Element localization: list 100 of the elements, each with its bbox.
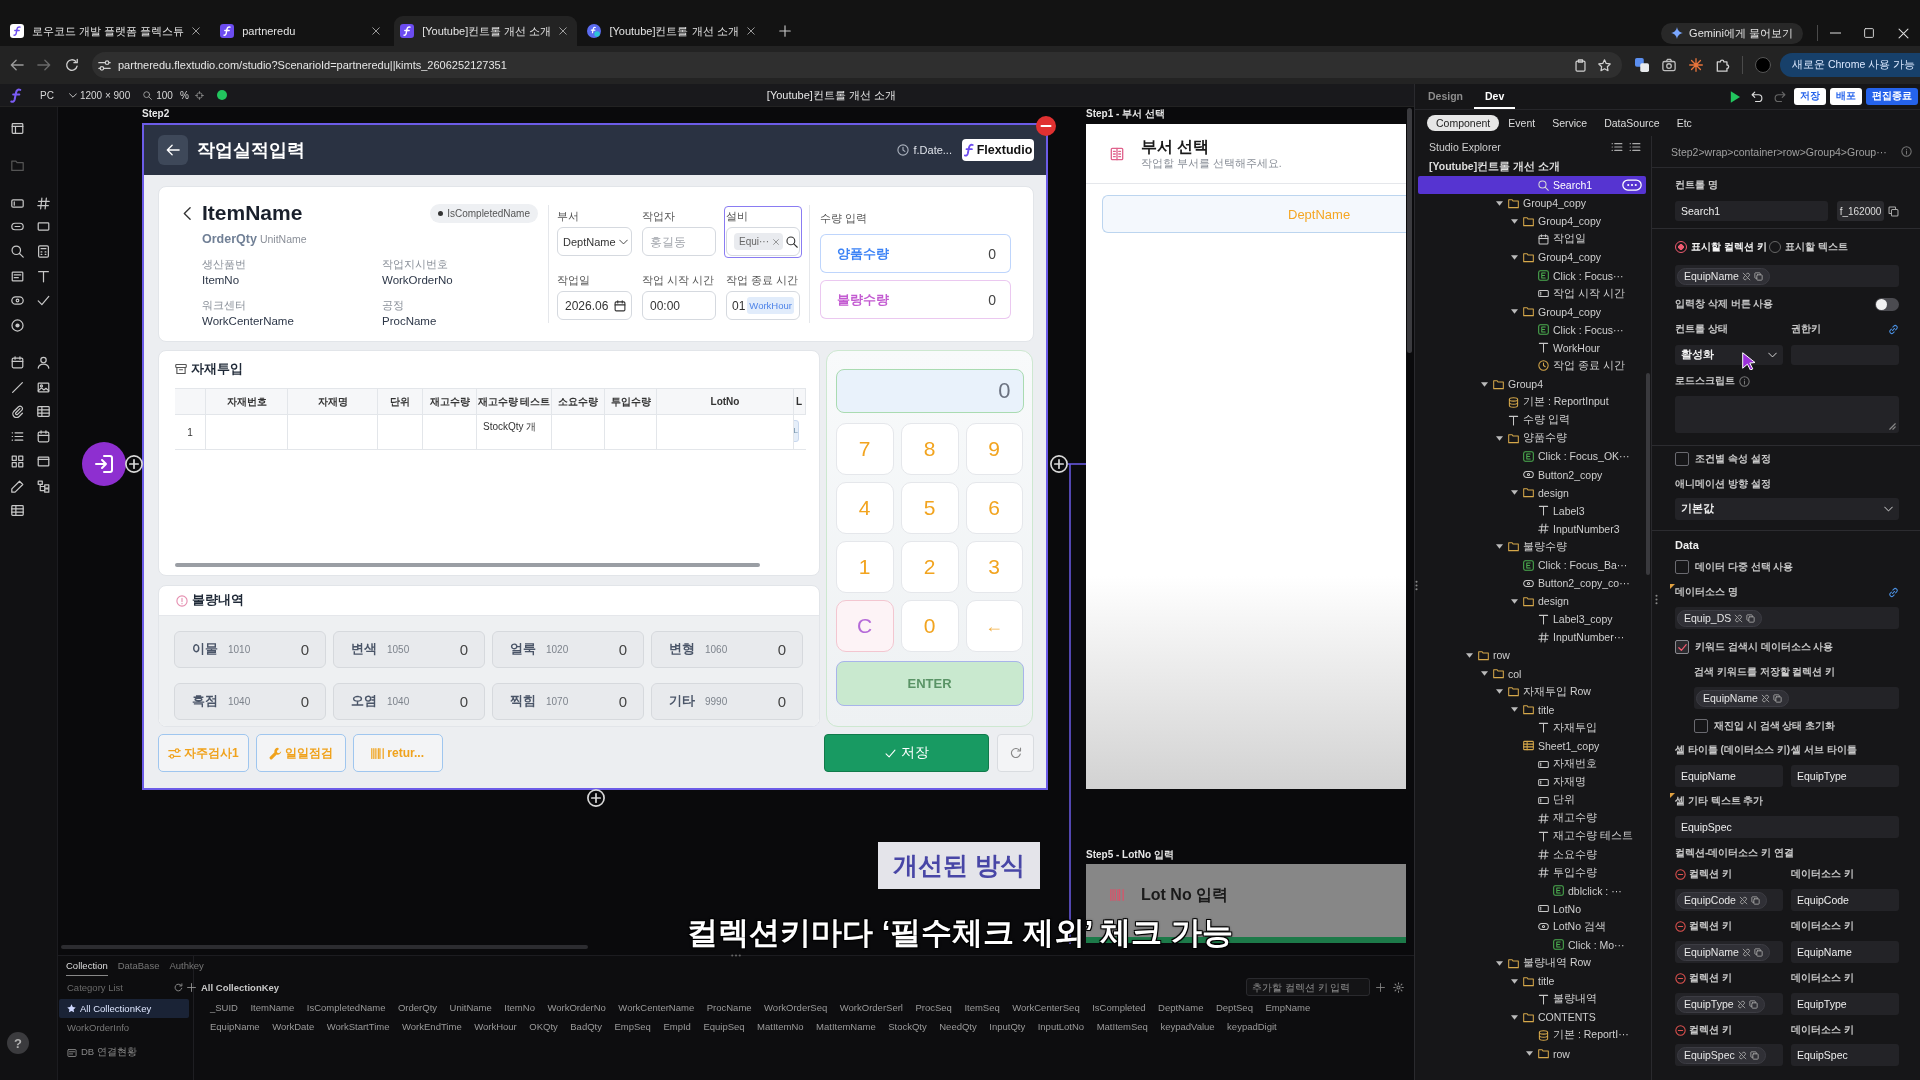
tree-item[interactable]: Button2_copy <box>1418 465 1646 484</box>
tree-item[interactable]: title <box>1418 700 1646 719</box>
tree-item[interactable]: 단위 <box>1418 791 1646 810</box>
caret-down-icon[interactable] <box>1510 598 1518 604</box>
line-icon[interactable] <box>11 381 24 394</box>
tiles-icon[interactable] <box>1635 58 1649 72</box>
copy-icon[interactable] <box>1750 895 1760 905</box>
collection-key[interactable]: EquipSeq <box>703 1020 745 1032</box>
key-field[interactable]: EquipName <box>1694 687 1899 709</box>
collection-key[interactable]: keypadDigit <box>1227 1020 1277 1032</box>
collection-key[interactable]: ItemSeq <box>964 1001 1000 1013</box>
tree-item[interactable]: 자재투입 <box>1418 718 1646 737</box>
date-field[interactable]: 2026.06 <box>557 291 632 320</box>
zoom-field[interactable]: 100 <box>156 89 173 101</box>
tree-item[interactable]: Click : Focus··· <box>1418 266 1646 285</box>
tree-item[interactable]: Click : Focus_OK··· <box>1418 447 1646 466</box>
caret-down-icon[interactable] <box>1465 653 1473 658</box>
dropdown[interactable]: 기본값 <box>1675 498 1899 520</box>
tree-item[interactable]: row <box>1418 1044 1646 1063</box>
key-input-field[interactable]: 추가할 컬렉션 키 입력 <box>1246 978 1370 996</box>
tree-item[interactable]: 작업일 <box>1418 230 1646 249</box>
tree-item[interactable]: 불량내역 Row <box>1418 954 1646 973</box>
key-field[interactable]: Equip_DS <box>1675 607 1899 629</box>
plus-icon[interactable] <box>187 982 196 992</box>
tree-item[interactable]: WorkHour <box>1418 338 1646 357</box>
radio-icon[interactable] <box>11 319 24 332</box>
collection-key[interactable]: WorkOrderNo <box>547 1001 606 1013</box>
tree-item[interactable]: 불량내역 <box>1418 990 1646 1009</box>
forward-arrow-icon[interactable] <box>37 58 51 72</box>
text-field[interactable]: EquipType <box>1791 993 1899 1015</box>
minimize-icon[interactable] <box>1829 32 1841 34</box>
unlink-icon[interactable] <box>1736 999 1746 1009</box>
text-field[interactable]: 00:00 <box>642 291 716 320</box>
plus-circle-icon[interactable] <box>1050 455 1068 473</box>
tree-item[interactable]: dblclick : ··· <box>1418 881 1646 900</box>
collection-key[interactable]: _SUID <box>210 1001 238 1013</box>
table-icon[interactable] <box>37 405 50 418</box>
caret-down-icon[interactable] <box>1510 490 1518 496</box>
defect-tile[interactable]: 얼룩 1020 0 <box>492 631 644 668</box>
remove-icon[interactable] <box>1675 972 1686 984</box>
collection-key[interactable]: DeptSeq <box>1215 1001 1253 1013</box>
caret-down-icon[interactable] <box>1495 435 1503 441</box>
minus-circle-icon[interactable] <box>1036 116 1056 136</box>
tree-item[interactable]: 작업 종료 시간 <box>1418 356 1646 376</box>
collection-key[interactable]: ItemNo <box>504 1001 535 1013</box>
caret-down-icon[interactable] <box>1510 707 1518 713</box>
collection-key[interactable]: WorkHour <box>474 1020 517 1032</box>
toolbar-button[interactable]: 편집종료 <box>1866 88 1918 105</box>
sign-in-icon[interactable] <box>82 442 126 486</box>
radio-button[interactable] <box>1675 241 1687 253</box>
key-chip[interactable]: EquipSpec <box>1677 1046 1766 1064</box>
collection-key[interactable]: OKQty <box>529 1020 558 1032</box>
copy-icon[interactable] <box>1746 613 1756 623</box>
tree-item[interactable]: 작업 시작 시간 <box>1418 284 1646 303</box>
category-item[interactable]: WorkOrderInfo <box>59 1018 189 1037</box>
tree-item[interactable]: Group4_copy <box>1418 194 1646 213</box>
collection-key[interactable]: WorkStartTime <box>326 1020 390 1032</box>
tree-item[interactable]: CONTENTS <box>1418 1008 1646 1027</box>
tree-item[interactable]: 자재명 <box>1418 773 1646 792</box>
mode-tab[interactable]: Design <box>1417 85 1474 109</box>
caret-down-icon[interactable] <box>1480 671 1488 677</box>
search-icon[interactable] <box>11 245 24 258</box>
crosshair-icon[interactable] <box>194 90 204 100</box>
window-icon[interactable] <box>37 455 50 468</box>
tree-item[interactable]: Button2_copy_co··· <box>1418 574 1646 593</box>
image-icon[interactable] <box>37 381 50 394</box>
collection-key[interactable]: EmpSeq <box>614 1020 651 1032</box>
tree-item[interactable]: 투입수량 <box>1418 863 1646 882</box>
tree-item[interactable]: 자재번호 <box>1418 755 1646 774</box>
toggle-switch[interactable] <box>1875 297 1899 311</box>
checkbox[interactable] <box>1675 452 1689 466</box>
key-field[interactable]: EquipName <box>1675 265 1899 287</box>
quantity-field[interactable]: 불량수량 0 <box>820 280 1011 319</box>
toolbar-button[interactable]: 배포 <box>1830 88 1862 105</box>
tree-item[interactable]: Click : Mo··· <box>1418 935 1646 955</box>
defect-tile[interactable]: 찍힘 1070 0 <box>492 682 644 720</box>
text-box-icon[interactable] <box>11 270 24 283</box>
input-box-icon[interactable] <box>11 197 24 210</box>
key-chip[interactable]: EquipName <box>1696 689 1789 707</box>
checkbox[interactable] <box>1694 719 1708 733</box>
text-field[interactable]: EquipName <box>1675 765 1783 787</box>
collection-key[interactable]: MatItemSeq <box>1096 1020 1148 1032</box>
collection-key[interactable]: EmpName <box>1265 1001 1311 1013</box>
text-field[interactable]: EquipCode <box>1791 889 1899 911</box>
collection-key[interactable]: ProcName <box>706 1001 752 1013</box>
collection-key[interactable]: WorkOrderSerl <box>839 1001 903 1013</box>
calculator-icon[interactable] <box>37 245 50 258</box>
list-icon[interactable] <box>1611 141 1623 153</box>
remove-icon[interactable] <box>1675 920 1686 932</box>
unlink-icon[interactable] <box>1738 895 1748 905</box>
key-chip[interactable]: Equip_DS <box>1677 609 1763 627</box>
caret-down-icon[interactable] <box>1495 200 1503 206</box>
tree-item[interactable]: 재고수량 <box>1418 809 1646 828</box>
tree-item[interactable]: Search1 <box>1418 176 1646 195</box>
copy-icon[interactable] <box>1748 999 1758 1009</box>
update-button[interactable]: 새로운 Chrome 사용 가능 <box>1780 53 1920 77</box>
id-field[interactable]: f_162000 <box>1837 201 1884 221</box>
panel-tab[interactable]: Etc <box>1668 115 1700 131</box>
select-field[interactable]: DeptName <box>557 227 632 256</box>
collection-key[interactable]: WorkCenterSeq <box>1012 1001 1080 1013</box>
